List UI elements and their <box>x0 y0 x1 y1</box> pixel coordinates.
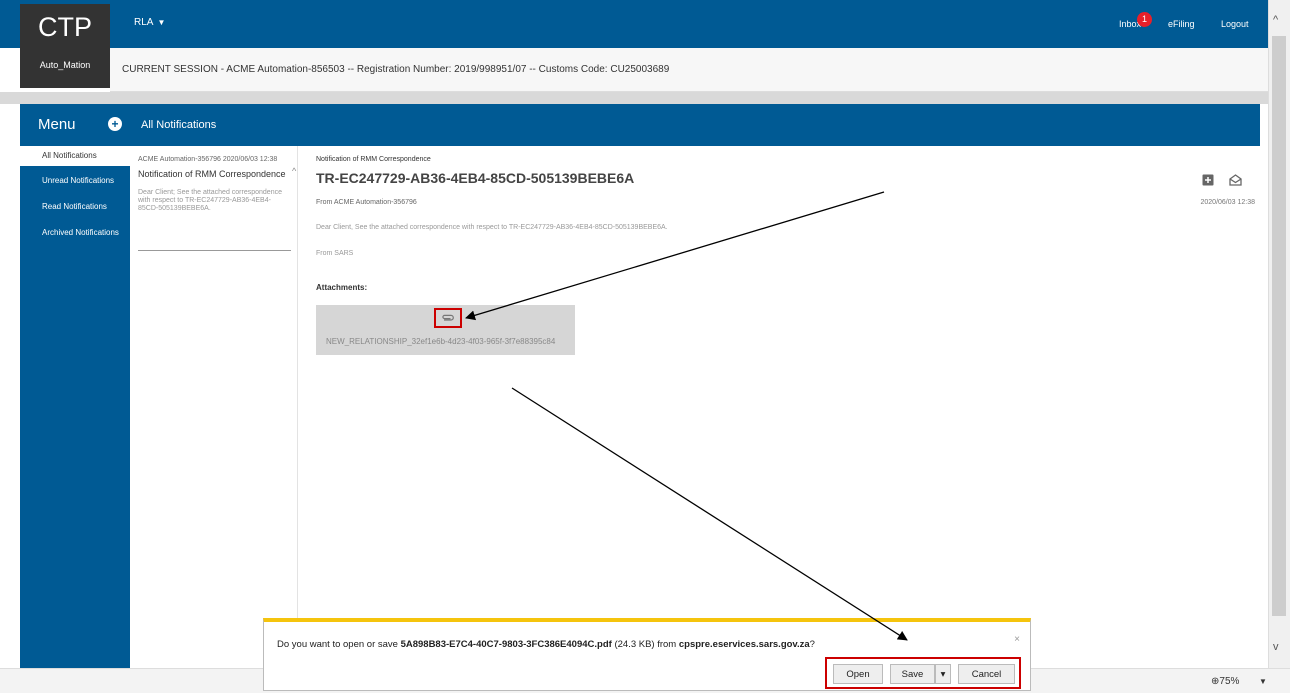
top-bar: RLA ▼ Inbox eFiling Logout <box>0 0 1268 48</box>
attachment-item[interactable]: NEW_RELATIONSHIP_32ef1e6b-4d23-4f03-965f… <box>316 305 575 355</box>
divider <box>0 92 1268 104</box>
user-name: Auto_Mation <box>39 60 91 70</box>
download-host: cpspre.eservices.sars.gov.za <box>678 639 810 650</box>
rla-label: RLA <box>134 17 154 28</box>
sidebar-item-archived[interactable]: Archived Notifications <box>20 223 130 243</box>
cancel-button[interactable]: Cancel <box>958 664 1015 684</box>
sidebar-item-unread[interactable]: Unread Notifications <box>20 171 130 191</box>
list-item-body: Dear Client; See the attached correspond… <box>138 189 282 212</box>
detail-signature: From SARS <box>316 250 354 257</box>
session-text: CURRENT SESSION - ACME Automation-856503… <box>122 64 670 75</box>
save-dropdown-button[interactable]: ▾ <box>935 664 951 684</box>
list-item-meta: ACME Automation-356796 2020/06/03 12:38 <box>138 156 278 163</box>
sidebar: All Notifications Unread Notifications R… <box>20 146 130 673</box>
zoom-level[interactable]: ⊕75% <box>1211 676 1239 687</box>
logout-link[interactable]: Logout <box>1221 19 1249 29</box>
inbox-count-badge: 1 <box>1137 12 1152 27</box>
logo-text: CTP <box>38 12 92 42</box>
download-bar: Do you want to open or save 5A898B83-E7C… <box>263 618 1031 691</box>
mark-read-envelope-icon[interactable] <box>1229 174 1242 186</box>
detail-kicker: Notification of RMM Correspondence <box>316 156 431 163</box>
chevron-up-icon[interactable]: ^ <box>292 166 296 176</box>
list-item-title: Notification of RMM Correspondence <box>138 169 286 179</box>
scroll-up-icon[interactable]: ^ <box>1273 14 1278 26</box>
zoom-caret-icon[interactable]: ▼ <box>1259 677 1267 686</box>
sidebar-item-all[interactable]: All Notifications <box>20 146 130 166</box>
attachments-label: Attachments: <box>316 283 368 292</box>
rla-dropdown[interactable]: RLA ▼ <box>134 17 165 28</box>
section-header: Menu + All Notifications <box>20 104 1260 146</box>
save-button[interactable]: Save <box>890 664 935 684</box>
vertical-scrollbar[interactable]: ^ v <box>1268 0 1290 668</box>
scrollbar-thumb[interactable] <box>1272 36 1286 616</box>
download-suffix: ? <box>809 639 815 650</box>
arrow-to-attachment <box>465 191 885 321</box>
archive-icon[interactable] <box>1202 174 1214 186</box>
download-buttons-highlight: Open Save ▾ Cancel <box>825 657 1021 689</box>
detail-from: From ACME Automation-356796 <box>316 199 417 206</box>
session-bar: CURRENT SESSION - ACME Automation-856503… <box>110 48 1268 92</box>
efiling-link[interactable]: eFiling <box>1168 19 1195 29</box>
zoom-value: 75% <box>1219 676 1240 687</box>
close-icon[interactable]: × <box>1014 634 1020 645</box>
logo: CTP Auto_Mation <box>20 4 110 88</box>
page-title: All Notifications <box>141 119 217 131</box>
download-filename: 5A898B83-E7C4-40C7-9803-3FC386E4094C.pdf <box>400 639 612 650</box>
scroll-down-icon[interactable]: v <box>1273 641 1279 653</box>
caret-down-icon: ▼ <box>157 18 166 27</box>
attachment-name: NEW_RELATIONSHIP_32ef1e6b-4d23-4f03-965f… <box>326 337 556 346</box>
detail-message: Dear Client, See the attached correspond… <box>316 224 668 231</box>
download-size: (24.3 KB) from <box>611 639 679 650</box>
open-button[interactable]: Open <box>833 664 883 684</box>
arrow-to-download-buttons <box>511 387 908 641</box>
download-prompt: Do you want to open or save 5A898B83-E7C… <box>277 639 815 650</box>
detail-title: TR-EC247729-AB36-4EB4-85CD-505139BEBE6A <box>316 170 635 186</box>
list-item[interactable]: ACME Automation-356796 2020/06/03 12:38 … <box>138 156 291 251</box>
menu-title: Menu <box>38 116 76 133</box>
paperclip-icon[interactable] <box>434 308 462 328</box>
download-prefix: Do you want to open or save <box>277 639 401 650</box>
notification-list: ACME Automation-356796 2020/06/03 12:38 … <box>130 146 298 673</box>
sidebar-item-read[interactable]: Read Notifications <box>20 197 130 217</box>
detail-date: 2020/06/03 12:38 <box>1200 199 1256 206</box>
menu-toggle-icon[interactable]: + <box>108 117 122 131</box>
